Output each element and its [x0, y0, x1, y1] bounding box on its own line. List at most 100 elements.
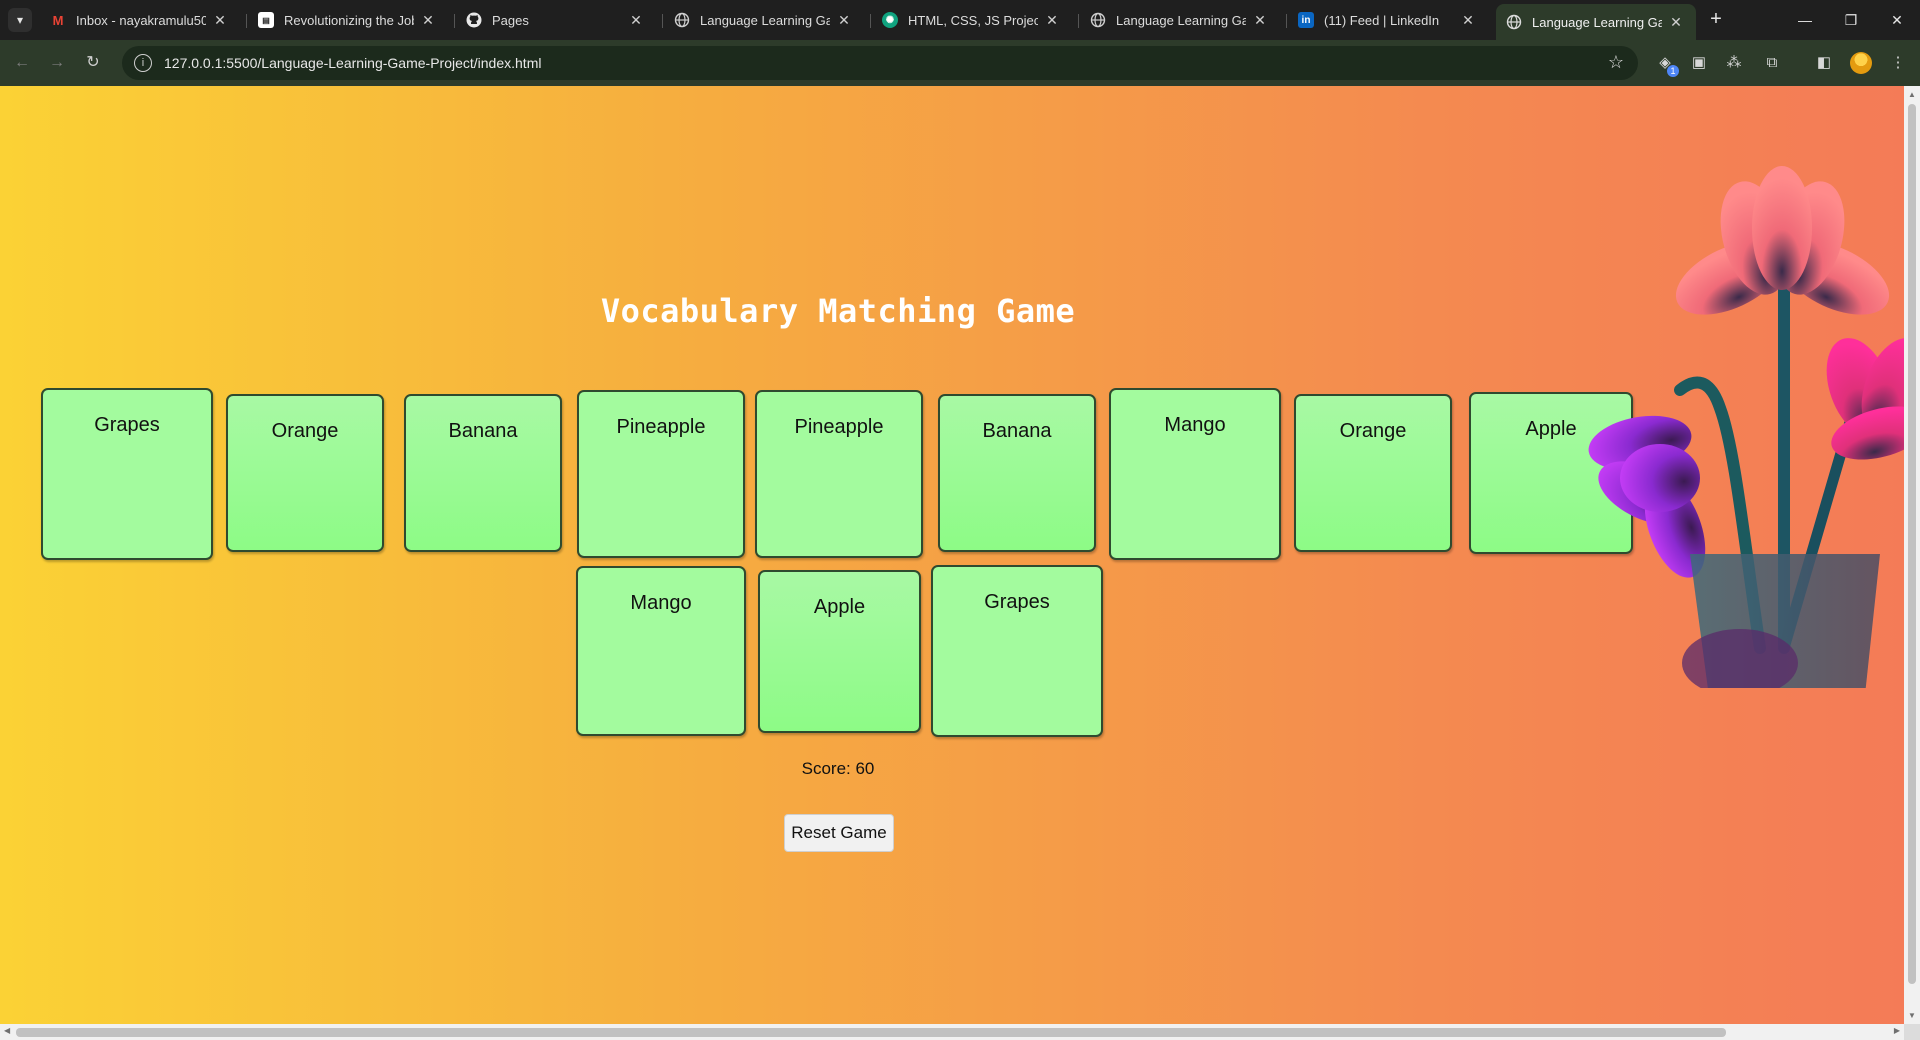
tab-title: Inbox - nayakramulu50@ — [76, 12, 206, 28]
vertical-scroll-thumb[interactable] — [1908, 104, 1916, 984]
magenta-flower — [1826, 338, 1904, 460]
word-card[interactable]: Pineapple — [577, 390, 745, 558]
card-label: Orange — [1339, 420, 1407, 442]
word-card[interactable]: Banana — [938, 394, 1096, 552]
horizontal-scrollbar[interactable]: ◀ ▶ — [0, 1024, 1904, 1040]
tab-separator — [246, 14, 247, 28]
tab-language-game-active[interactable]: Language Learning Game ✕ — [1496, 4, 1696, 40]
profile-avatar[interactable] — [1850, 52, 1872, 74]
scroll-down-icon[interactable]: ▼ — [1908, 1011, 1916, 1020]
tab-title: Revolutionizing the Job M — [284, 12, 414, 28]
close-window-button[interactable]: ✕ — [1874, 6, 1920, 34]
reset-game-button[interactable]: Reset Game — [784, 814, 894, 852]
word-card[interactable]: Pineapple — [755, 390, 923, 558]
card-label: Apple — [1525, 418, 1577, 440]
globe-icon — [1506, 14, 1522, 30]
tab-chatgpt[interactable]: ✺ HTML, CSS, JS Projects ✕ — [872, 4, 1072, 36]
tab-article[interactable]: ▤ Revolutionizing the Job M ✕ — [248, 4, 448, 36]
tab-language-game-2[interactable]: Language Learning Game ✕ — [1080, 4, 1280, 36]
back-button[interactable]: ← — [9, 50, 35, 76]
card-label: Banana — [448, 420, 518, 442]
restore-button[interactable]: ❐ — [1828, 6, 1874, 34]
word-card[interactable]: Mango — [576, 566, 746, 736]
side-panel-button[interactable]: ◧ — [1812, 51, 1836, 75]
card-label: Grapes — [984, 591, 1050, 613]
tab-language-game-1[interactable]: Language Learning Game ✕ — [664, 4, 864, 36]
address-bar[interactable]: i 127.0.0.1:5500/Language-Learning-Game-… — [122, 46, 1638, 80]
lamp-icon: ⁂ — [1726, 54, 1742, 71]
card-label: Banana — [982, 420, 1052, 442]
tab-separator — [870, 14, 871, 28]
new-tab-button[interactable]: + — [1704, 8, 1728, 32]
article-icon: ▤ — [258, 12, 274, 28]
word-card[interactable]: Grapes — [931, 565, 1103, 737]
tab-separator — [1286, 14, 1287, 28]
scroll-right-icon[interactable]: ▶ — [1894, 1026, 1900, 1035]
extension-button[interactable]: ◈ 1 — [1653, 51, 1679, 77]
close-icon[interactable]: ✕ — [1252, 12, 1268, 29]
close-icon[interactable]: ✕ — [1044, 12, 1060, 29]
gmail-icon: M — [52, 12, 64, 28]
page-title: Vocabulary Matching Game — [600, 292, 1076, 330]
close-icon[interactable]: ✕ — [1668, 14, 1684, 31]
site-info-icon[interactable]: i — [134, 54, 152, 72]
close-icon[interactable]: ✕ — [836, 12, 852, 29]
scroll-up-icon[interactable]: ▲ — [1908, 90, 1916, 99]
browser-menu-button[interactable]: ⋮ — [1886, 51, 1910, 75]
tab-separator — [454, 14, 455, 28]
puzzle-icon: ⧉ — [1766, 54, 1778, 71]
tab-strip: ▾ M Inbox - nayakramulu50@ ✕ ▤ Revolutio… — [0, 0, 1920, 40]
globe-icon — [1090, 12, 1106, 28]
card-label: Apple — [813, 596, 866, 618]
close-icon[interactable]: ✕ — [1460, 12, 1476, 29]
flower-vase-illustration — [1588, 166, 1904, 688]
close-icon[interactable]: ✕ — [212, 12, 228, 29]
extensions-button[interactable]: ⧉ — [1760, 51, 1784, 75]
tab-search-button[interactable]: ▾ — [8, 8, 32, 32]
side-panel-icon: ◧ — [1816, 54, 1832, 71]
chatgpt-icon: ✺ — [882, 12, 898, 28]
globe-icon — [674, 12, 690, 28]
tab-title: (11) Feed | LinkedIn — [1324, 12, 1440, 28]
scrollbar-corner — [1904, 1024, 1920, 1040]
reload-button[interactable]: ↻ — [80, 50, 106, 76]
arrow-left-icon: ← — [14, 54, 30, 71]
word-card[interactable]: Banana — [404, 394, 562, 552]
tab-linkedin[interactable]: in (11) Feed | LinkedIn ✕ — [1288, 4, 1488, 36]
word-card[interactable]: Apple — [758, 570, 921, 733]
tab-gmail[interactable]: M Inbox - nayakramulu50@ ✕ — [40, 4, 240, 36]
score-display: Score: 60 — [801, 759, 875, 778]
bookmark-star-icon[interactable]: ☆ — [1608, 52, 1624, 73]
word-card[interactable]: Mango — [1109, 388, 1281, 560]
card-label: Pineapple — [794, 416, 884, 438]
close-icon[interactable]: ✕ — [420, 12, 436, 29]
arrow-right-icon: → — [49, 54, 65, 71]
forward-button[interactable]: → — [44, 50, 70, 76]
github-icon — [466, 12, 482, 28]
tab-separator — [1078, 14, 1079, 28]
vertical-scrollbar[interactable]: ▲ ▼ — [1904, 86, 1920, 1024]
card-label: Grapes — [94, 414, 160, 436]
card-label: Orange — [271, 420, 339, 442]
word-card[interactable]: Grapes — [41, 388, 213, 560]
plus-icon: + — [1710, 8, 1722, 30]
scroll-left-icon[interactable]: ◀ — [4, 1026, 10, 1035]
performance-button[interactable]: ⁂ — [1722, 51, 1746, 75]
notification-badge: 1 — [1667, 65, 1679, 77]
media-button[interactable]: ▣ — [1687, 51, 1711, 75]
minimize-button[interactable]: — — [1782, 6, 1828, 34]
card-label: Mango — [1164, 414, 1226, 436]
tab-separator — [662, 14, 663, 28]
media-icon: ▣ — [1691, 54, 1707, 71]
horizontal-scroll-thumb[interactable] — [16, 1028, 1726, 1037]
chevron-down-icon: ▾ — [16, 13, 24, 27]
minimize-icon: — — [1798, 12, 1812, 28]
tab-github-pages[interactable]: Pages ✕ — [456, 4, 656, 36]
close-icon[interactable]: ✕ — [628, 12, 644, 29]
url-text[interactable]: 127.0.0.1:5500/Language-Learning-Game-Pr… — [164, 55, 541, 71]
word-card[interactable]: Orange — [1294, 394, 1452, 552]
tab-title: Language Learning Game — [1116, 12, 1246, 28]
reload-icon: ↻ — [86, 54, 100, 71]
card-label: Pineapple — [616, 416, 706, 438]
word-card[interactable]: Orange — [226, 394, 384, 552]
